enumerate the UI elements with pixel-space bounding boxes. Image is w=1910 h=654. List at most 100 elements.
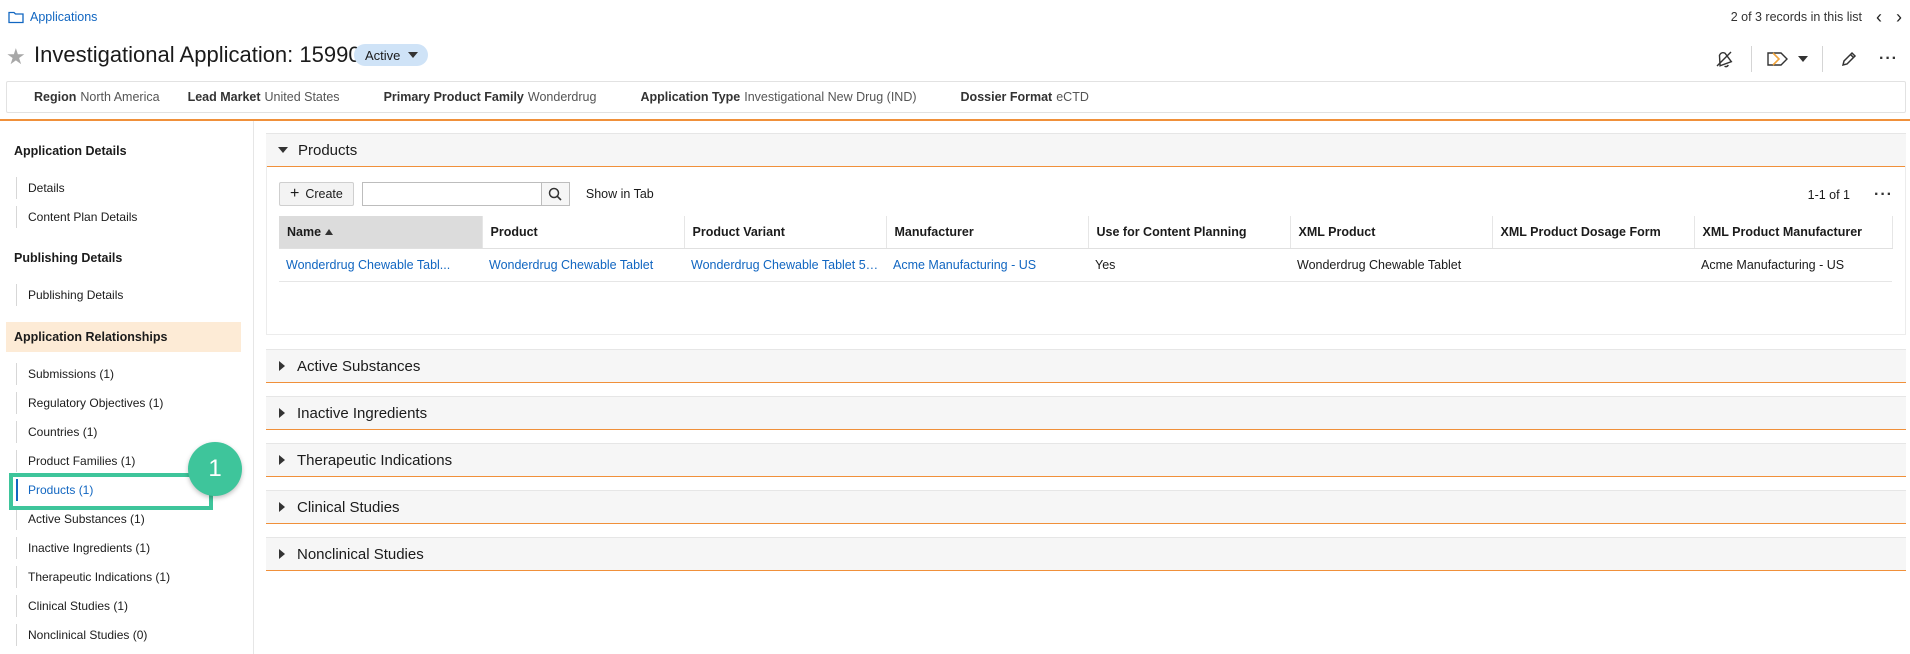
field-label: Region <box>34 90 77 104</box>
chevron-left-icon[interactable]: ‹ <box>1876 8 1882 26</box>
caret-down-icon <box>1798 56 1809 62</box>
sidebar-item-active-substances[interactable]: Active Substances (1) <box>16 508 145 530</box>
column-header-manufacturer[interactable]: Manufacturer <box>886 216 1089 249</box>
sidebar-item-details[interactable]: Details <box>16 177 65 199</box>
panel-header-clinical-studies[interactable]: Clinical Studies <box>266 490 1906 524</box>
section-application-relationships[interactable]: Application Relationships <box>6 322 241 352</box>
panel-title: Products <box>298 141 358 159</box>
search-icon[interactable] <box>541 182 570 206</box>
pager-count: 1-1 of 1 <box>1807 188 1851 202</box>
sidebar-item-therapeutic-indications[interactable]: Therapeutic Indications (1) <box>16 566 170 588</box>
products-table: Name Product Product Variant Manufacture… <box>279 216 1893 282</box>
column-header-product[interactable]: Product <box>482 216 685 249</box>
sidebar-item-publishing-details[interactable]: Publishing Details <box>16 284 123 306</box>
field-region: Region North America <box>34 90 160 104</box>
field-value: Investigational New Drug (IND) <box>744 90 917 104</box>
step-number-badge: 1 <box>188 442 242 496</box>
column-header-name[interactable]: Name <box>279 216 483 249</box>
favorite-star-icon[interactable]: ★ <box>6 44 26 70</box>
search-box <box>361 182 570 206</box>
breadcrumb-link-applications[interactable]: Applications <box>30 10 97 24</box>
chevron-right-icon[interactable]: › <box>1896 8 1902 26</box>
edit-pencil-icon[interactable] <box>1837 48 1861 70</box>
column-header-use-for-content-planning[interactable]: Use for Content Planning <box>1088 216 1291 249</box>
pager: 1-1 of 1 ··· <box>1808 186 1893 204</box>
sidebar-item-submissions[interactable]: Submissions (1) <box>16 363 114 385</box>
table-row: Wonderdrug Chewable Tabl... Wonderdrug C… <box>279 248 1892 282</box>
more-actions-icon[interactable]: ··· <box>1879 48 1898 70</box>
expand-right-icon <box>279 549 285 559</box>
panel-header-active-substances[interactable]: Active Substances <box>266 349 1906 383</box>
key-fields-bar: Region North America Lead Market United St… <box>6 81 1906 113</box>
status-label: Active <box>365 47 401 63</box>
sidebar: Application Details Details Content Plan… <box>0 121 254 654</box>
table-header-row: Name Product Product Variant Manufacture… <box>279 216 1893 249</box>
toolbar-divider <box>1822 46 1824 72</box>
cell-xml-product: Wonderdrug Chewable Tablet <box>1290 248 1492 282</box>
sidebar-item-content-plan-details[interactable]: Content Plan Details <box>16 206 137 228</box>
cell-manufacturer-link[interactable]: Acme Manufacturing - US <box>886 248 1088 282</box>
show-in-tab-link[interactable]: Show in Tab <box>586 187 654 201</box>
field-value: Wonderdrug <box>527 90 597 104</box>
section-application-details[interactable]: Application Details <box>14 144 127 158</box>
field-value: United States <box>264 90 340 104</box>
panel-title: Therapeutic Indications <box>297 451 453 469</box>
products-toolbar: + Create Show in Tab 1-1 of 1 ··· <box>279 181 1905 207</box>
panel-title: Active Substances <box>297 357 421 375</box>
sidebar-item-inactive-ingredients[interactable]: Inactive Ingredients (1) <box>16 537 150 559</box>
more-options-icon[interactable]: ··· <box>1874 186 1893 204</box>
create-button[interactable]: + Create <box>279 182 354 206</box>
top-bar: Applications 2 of 3 records in this list… <box>0 0 1910 36</box>
column-header-xml-product-dosage-form[interactable]: XML Product Dosage Form <box>1492 216 1695 249</box>
sidebar-item-countries[interactable]: Countries (1) <box>16 421 97 443</box>
sidebar-item-regulatory-objectives[interactable]: Regulatory Objectives (1) <box>16 392 163 414</box>
panel-title: Clinical Studies <box>297 498 400 516</box>
expand-right-icon <box>279 408 285 418</box>
cell-name-link[interactable]: Wonderdrug Chewable Tabl... <box>279 248 482 282</box>
panel-header-inactive-ingredients[interactable]: Inactive Ingredients <box>266 396 1906 430</box>
cell-xml-manufacturer: Acme Manufacturing - US <box>1694 248 1892 282</box>
record-navigator: 2 of 3 records in this list ‹ › <box>1731 8 1902 26</box>
breadcrumb[interactable]: Applications <box>8 10 97 24</box>
panel-title: Inactive Ingredients <box>297 404 428 422</box>
field-lead-market: Lead Market United States <box>188 90 340 104</box>
cell-use-for-content-planning: Yes <box>1088 248 1290 282</box>
products-panel-body: + Create Show in Tab 1-1 of 1 ··· Name P… <box>266 166 1906 335</box>
create-label: Create <box>305 187 343 201</box>
toolbar-divider <box>1751 46 1753 72</box>
title-bar: ★ Investigational Application: 159901 Ac… <box>0 38 1910 74</box>
record-position: 2 of 3 records in this list <box>1730 10 1862 24</box>
search-input[interactable] <box>361 182 542 206</box>
header-divider <box>0 119 1910 121</box>
panel-header-products[interactable]: Products <box>266 133 1906 167</box>
sidebar-item-product-families[interactable]: Product Families (1) <box>16 450 135 472</box>
highlight-box <box>9 473 213 510</box>
expand-right-icon <box>279 455 285 465</box>
panel-header-therapeutic-indications[interactable]: Therapeutic Indications <box>266 443 1906 477</box>
plus-icon: + <box>290 185 300 202</box>
cell-product-link[interactable]: Wonderdrug Chewable Tablet <box>482 248 684 282</box>
column-header-xml-product-manufacturer[interactable]: XML Product Manufacturer <box>1694 216 1893 249</box>
cell-variant-link[interactable]: Wonderdrug Chewable Tablet 50... <box>684 248 886 282</box>
status-dropdown[interactable]: Active <box>354 44 429 66</box>
field-value: North America <box>80 90 160 104</box>
record-actions: ··· <box>1711 46 1898 72</box>
column-label: Name <box>287 225 322 239</box>
panel-title: Nonclinical Studies <box>297 545 424 563</box>
follow-bell-icon[interactable] <box>1711 48 1737 70</box>
field-dossier-format: Dossier Format eCTD <box>961 90 1089 104</box>
sort-ascending-icon <box>325 229 334 235</box>
panel-header-nonclinical-studies[interactable]: Nonclinical Studies <box>266 537 1906 571</box>
field-label: Application Type <box>640 90 741 104</box>
sidebar-item-nonclinical-studies[interactable]: Nonclinical Studies (0) <box>16 624 147 646</box>
column-header-product-variant[interactable]: Product Variant <box>684 216 887 249</box>
field-label: Lead Market <box>187 90 261 104</box>
folder-icon <box>8 11 24 24</box>
field-label: Dossier Format <box>960 90 1053 104</box>
expand-down-icon <box>278 147 288 153</box>
sidebar-item-clinical-studies[interactable]: Clinical Studies (1) <box>16 595 128 617</box>
expand-right-icon <box>279 502 285 512</box>
section-publishing-details[interactable]: Publishing Details <box>14 251 122 265</box>
column-header-xml-product[interactable]: XML Product <box>1290 216 1493 249</box>
workflow-menu[interactable] <box>1766 48 1809 70</box>
